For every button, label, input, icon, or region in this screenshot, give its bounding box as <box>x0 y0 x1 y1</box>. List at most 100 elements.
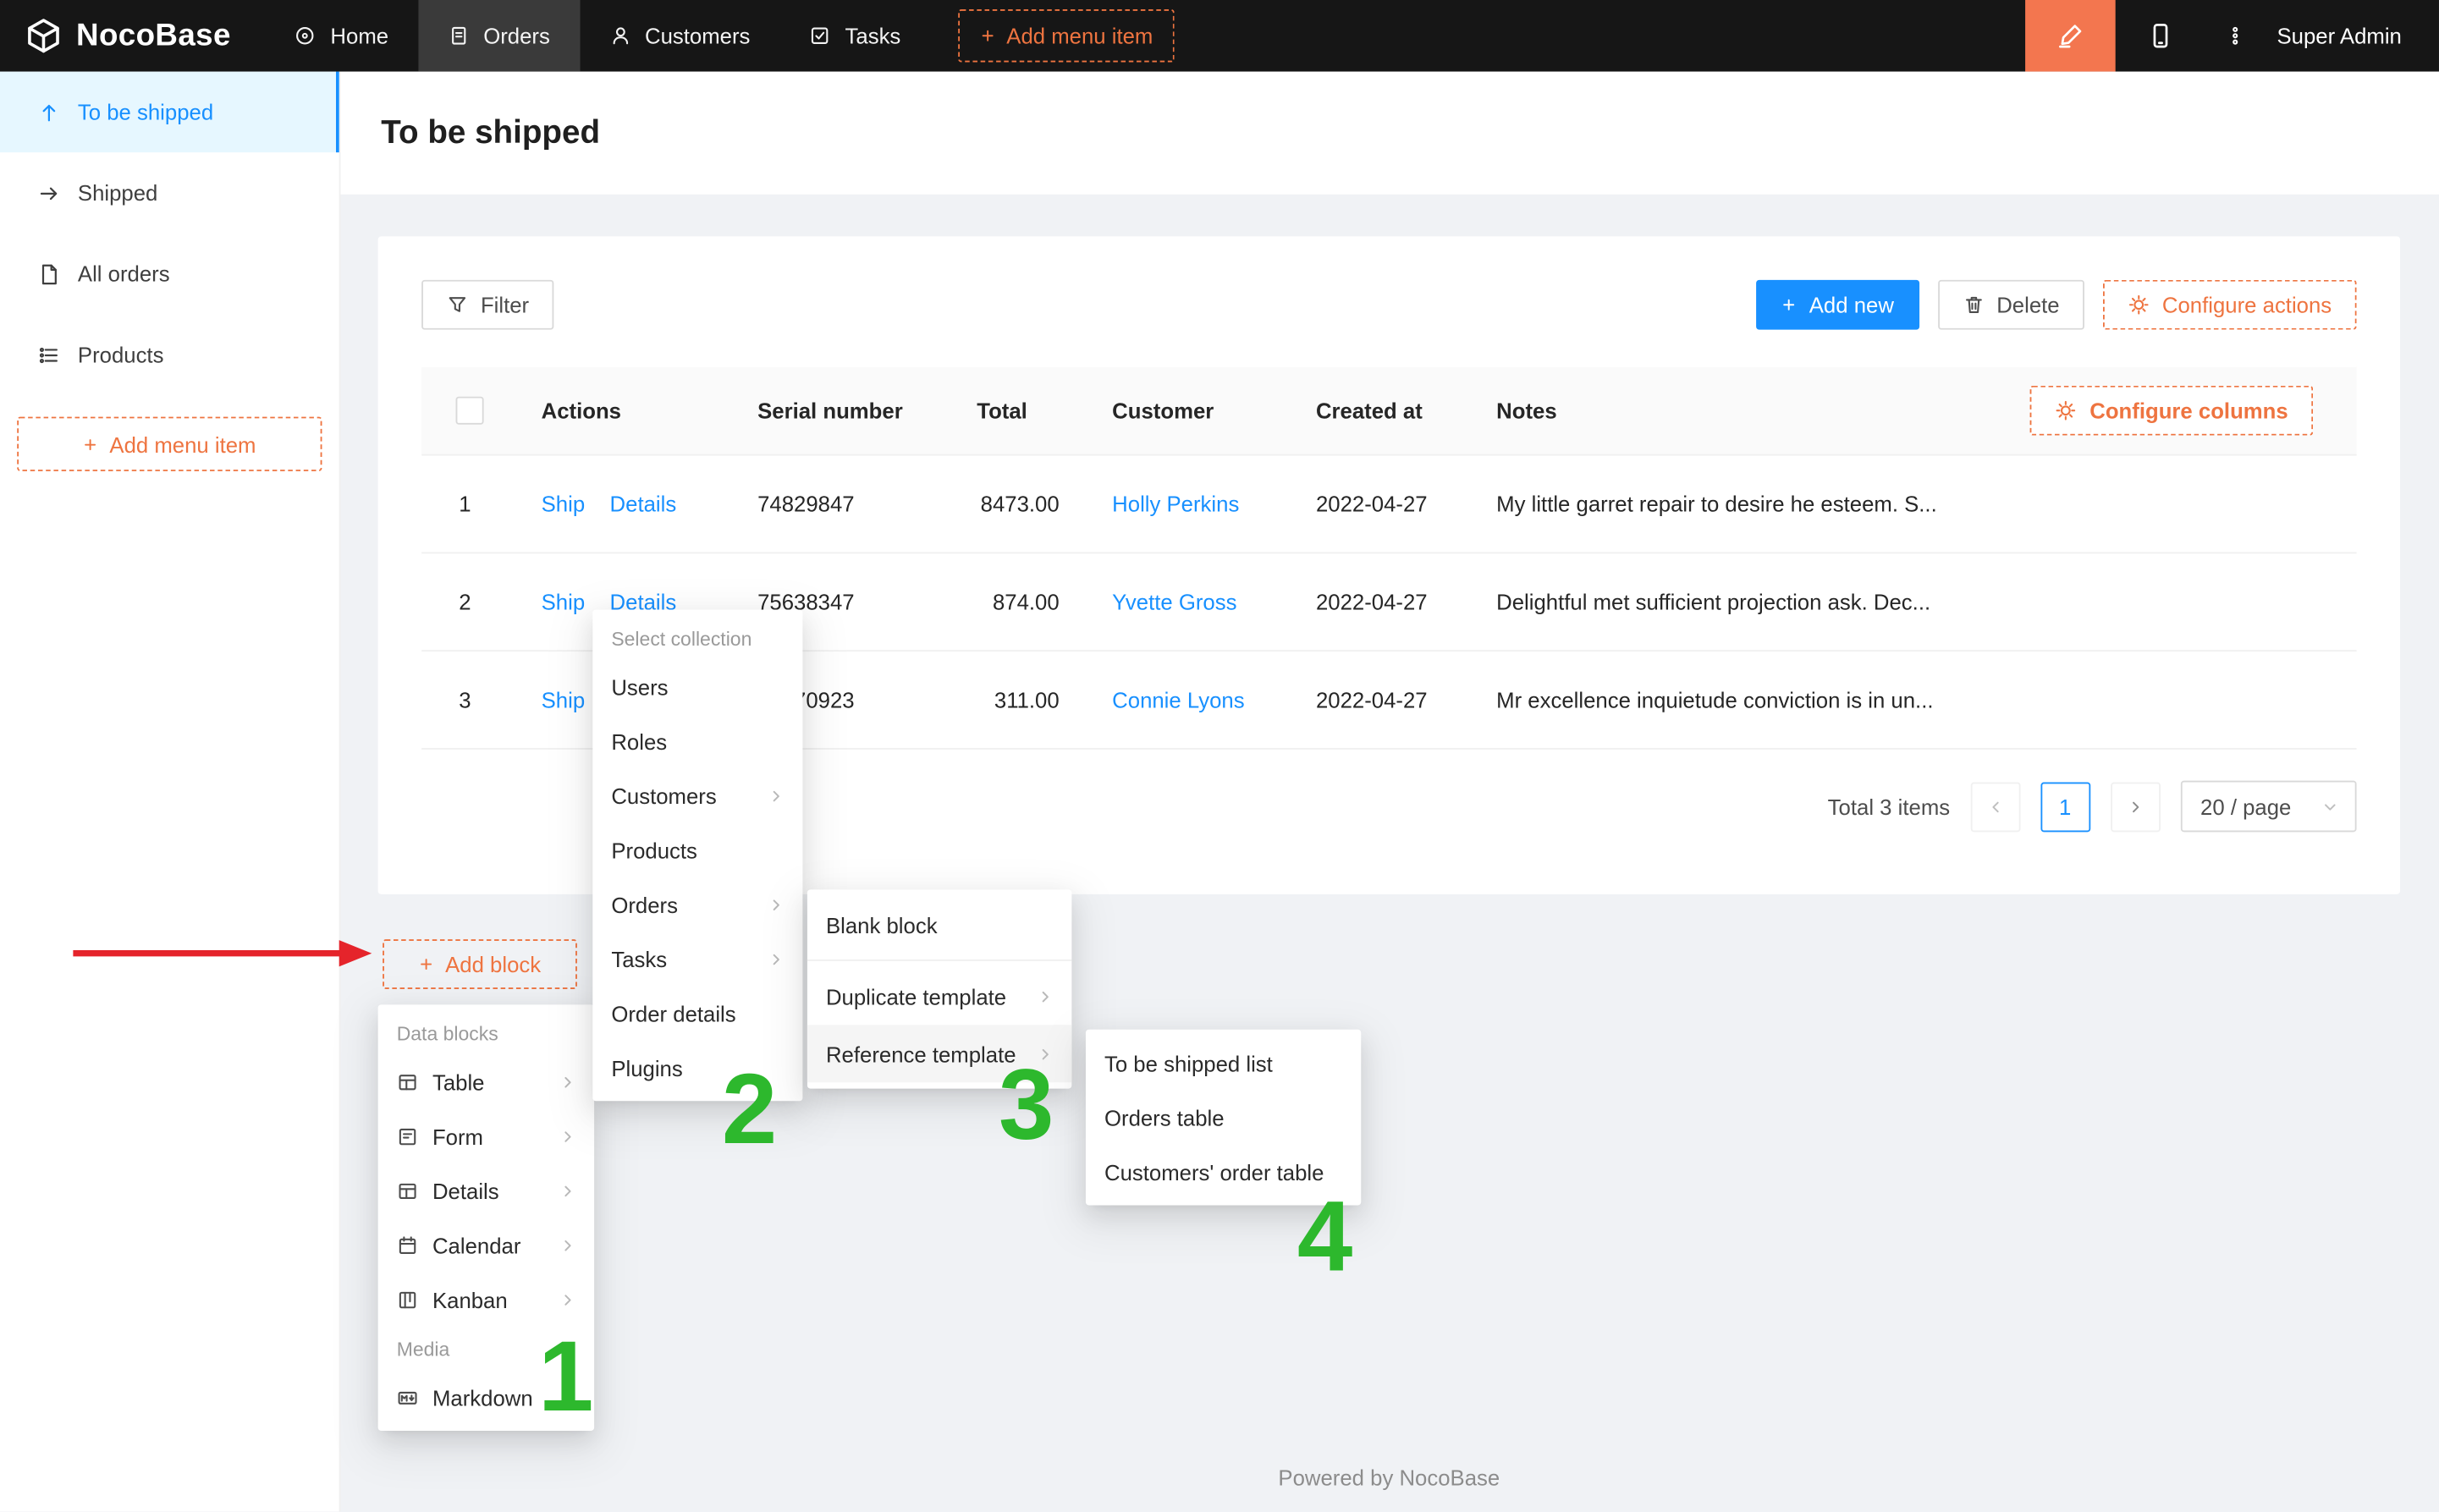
menu-item-duplicate-template[interactable]: Duplicate template <box>807 967 1071 1025</box>
sidebar-item-label: Shipped <box>78 180 157 205</box>
more-actions-button[interactable] <box>2205 0 2265 72</box>
nav-item-orders[interactable]: Orders <box>418 0 580 72</box>
add-block-label: Add block <box>445 952 541 976</box>
cell-total: 874.00 <box>977 590 1112 614</box>
add-new-button[interactable]: Add new <box>1756 280 1919 330</box>
navbar-right: Super Admin <box>2025 0 2439 72</box>
sidebar-add-menu-item-label: Add menu item <box>109 432 256 456</box>
arrow-up-icon <box>37 101 61 124</box>
sidebar-item-label: To be shipped <box>78 100 213 124</box>
cell-customer: Holly Perkins <box>1112 492 1316 516</box>
cell-created: 2022-04-27 <box>1316 590 1496 614</box>
menu-item-users[interactable]: Users <box>592 659 802 713</box>
table-icon <box>397 1070 419 1092</box>
table-row: 1 Ship Details 74829847 8473.00 Holly Pe… <box>421 456 2356 554</box>
customer-link[interactable]: Holly Perkins <box>1112 492 1239 516</box>
plus-icon <box>83 437 98 452</box>
menu-item-label: Products <box>611 838 697 862</box>
menu-item-label: Duplicate template <box>826 984 1006 1009</box>
filter-button[interactable]: Filter <box>421 280 553 330</box>
cell-created: 2022-04-27 <box>1316 687 1496 712</box>
sidebar-item-all-orders[interactable]: All orders <box>0 234 339 315</box>
user-menu[interactable]: Super Admin <box>2265 24 2439 48</box>
add-new-label: Add new <box>1809 293 1894 317</box>
prev-page-button[interactable] <box>1970 782 2020 832</box>
configure-actions-button[interactable]: Configure actions <box>2103 280 2357 330</box>
nav-item-label: Customers <box>645 24 750 48</box>
menu-item-label: Order details <box>611 1001 735 1025</box>
nav-item-customers[interactable]: Customers <box>580 0 780 72</box>
details-link[interactable]: Details <box>610 492 677 516</box>
menu-item-tasks[interactable]: Tasks <box>592 932 802 986</box>
sidebar-add-menu-item-button[interactable]: Add menu item <box>17 417 322 471</box>
menu-item-order-details[interactable]: Order details <box>592 986 802 1040</box>
page-size-select[interactable]: 20 / page <box>2180 781 2356 833</box>
trash-icon <box>1963 294 1985 316</box>
header-checkbox-cell <box>421 397 542 425</box>
sidebar-item-to-be-shipped[interactable]: To be shipped <box>0 72 339 153</box>
menu-item-label: Tasks <box>611 946 667 970</box>
chevron-down-icon <box>2322 799 2337 814</box>
menu-item-label: Table <box>432 1069 485 1094</box>
powered-by-footer: Powered by NocoBase <box>339 1465 2439 1489</box>
customers-icon <box>609 25 631 47</box>
menu-item-roles[interactable]: Roles <box>592 714 802 768</box>
cell-created: 2022-04-27 <box>1316 492 1496 516</box>
table-header-row: Actions Serial number Total Customer Cre… <box>421 367 2356 456</box>
menu-item-customers[interactable]: Customers <box>592 768 802 822</box>
menu-item-calendar[interactable]: Calendar <box>378 1218 594 1272</box>
delete-label: Delete <box>1996 293 2059 317</box>
menu-item-table[interactable]: Table <box>378 1054 594 1108</box>
sidebar-item-shipped[interactable]: Shipped <box>0 152 339 234</box>
chevron-right-icon <box>768 788 784 803</box>
file-icon <box>37 262 61 286</box>
column-header-serial: Serial number <box>757 399 977 423</box>
top-navbar: NocoBase Home Orders Customers Tasks Add… <box>0 0 2439 72</box>
menu-item-label: Calendar <box>432 1233 520 1257</box>
filter-label: Filter <box>481 293 529 317</box>
chevron-right-icon <box>560 1183 575 1198</box>
menu-item-form[interactable]: Form <box>378 1108 594 1163</box>
select-all-checkbox[interactable] <box>456 397 484 425</box>
ui-editor-toggle-button[interactable] <box>2025 0 2116 72</box>
menu-item-label: Kanban <box>432 1287 508 1311</box>
nav-item-tasks[interactable]: Tasks <box>779 0 930 72</box>
menu-item-label: Form <box>432 1124 483 1148</box>
menu-item-blank-block[interactable]: Blank block <box>807 896 1071 954</box>
ship-link[interactable]: Ship <box>542 492 586 516</box>
ship-link[interactable]: Ship <box>542 590 586 614</box>
sidebar-item-products[interactable]: Products <box>0 314 339 395</box>
navbar-add-menu-item-button[interactable]: Add menu item <box>958 9 1175 62</box>
add-block-button[interactable]: Add block <box>383 939 577 989</box>
chevron-right-icon <box>560 1291 575 1306</box>
customer-link[interactable]: Connie Lyons <box>1112 687 1244 712</box>
configure-columns-button[interactable]: Configure columns <box>2030 386 2313 436</box>
menu-item-label: Plugins <box>611 1055 682 1080</box>
menu-item-details[interactable]: Details <box>378 1163 594 1218</box>
mobile-view-button[interactable] <box>2115 0 2205 72</box>
menu-item-to-be-shipped-list[interactable]: To be shipped list <box>1086 1036 1361 1090</box>
ship-link[interactable]: Ship <box>542 687 586 712</box>
next-page-button[interactable] <box>2110 782 2160 832</box>
column-header-total: Total <box>977 399 1112 423</box>
sidebar-item-label: Products <box>78 342 164 366</box>
menu-group-select-collection: Select collection <box>592 616 802 659</box>
row-index: 3 <box>421 687 542 712</box>
app-root: NocoBase Home Orders Customers Tasks Add… <box>0 0 2439 1512</box>
menu-item-orders[interactable]: Orders <box>592 877 802 932</box>
delete-button[interactable]: Delete <box>1937 280 2084 330</box>
kanban-icon <box>397 1289 419 1311</box>
menu-item-kanban[interactable]: Kanban <box>378 1272 594 1326</box>
customer-link[interactable]: Yvette Gross <box>1112 590 1236 614</box>
orders-icon <box>448 25 470 47</box>
menu-item-label: Customers' order table <box>1104 1159 1324 1184</box>
menu-item-products[interactable]: Products <box>592 822 802 877</box>
menu-item-orders-table[interactable]: Orders table <box>1086 1090 1361 1144</box>
nav-item-home[interactable]: Home <box>265 0 418 72</box>
menu-item-label: Users <box>611 674 668 699</box>
reference-template-menu: To be shipped list Orders table Customer… <box>1086 1030 1361 1206</box>
current-page-button[interactable]: 1 <box>2040 782 2090 832</box>
page-title: To be shipped <box>381 114 600 151</box>
brand[interactable]: NocoBase <box>0 17 265 54</box>
menu-item-label: Reference template <box>826 1042 1016 1066</box>
